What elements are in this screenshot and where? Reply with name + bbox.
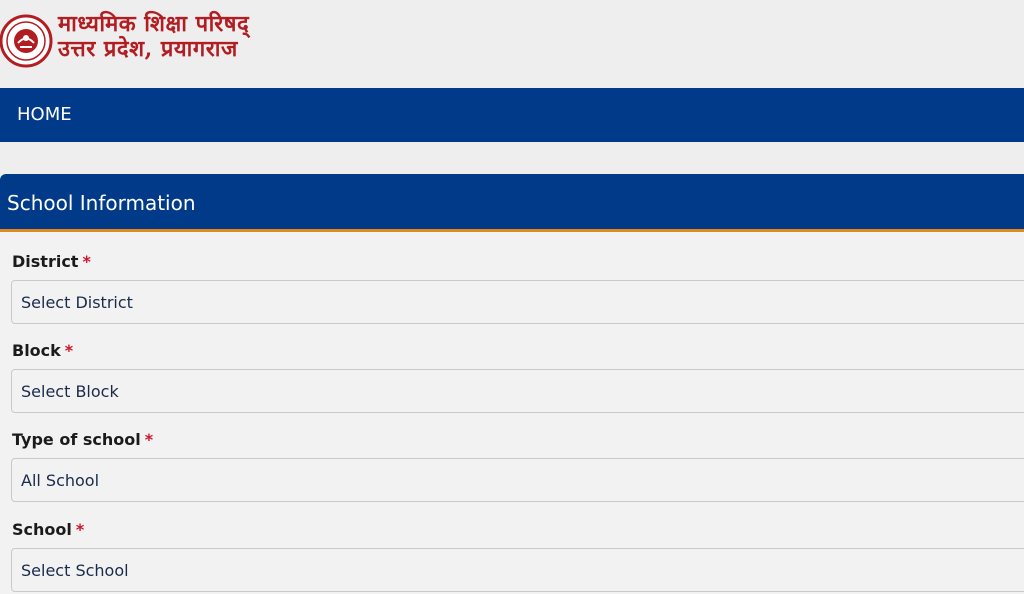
main-navbar: HOME: [0, 88, 1024, 142]
school-type-label-text: Type of school: [12, 430, 141, 449]
school-type-select[interactable]: All School: [11, 458, 1024, 502]
school-information-card: School Information District * Select Dist…: [0, 174, 1024, 594]
district-select[interactable]: Select District: [11, 280, 1024, 324]
district-label: District *: [12, 252, 91, 272]
required-mark: *: [64, 341, 74, 360]
up-govt-emblem-icon[interactable]: [0, 12, 54, 70]
district-select-value: Select District: [21, 293, 133, 312]
block-select-value: Select Block: [21, 382, 119, 401]
card-title: School Information: [7, 191, 196, 215]
block-select[interactable]: Select Block: [11, 369, 1024, 413]
required-mark: *: [82, 252, 91, 271]
school-select[interactable]: Select School: [11, 548, 1024, 592]
site-header: माध्यमिक शिक्षा परिषद् उत्तर प्रदेश, प्र…: [0, 0, 1024, 88]
school-type-label: Type of school *: [12, 430, 153, 450]
board-name-line1: माध्यमिक शिक्षा परिषद्: [58, 11, 250, 37]
school-label-text: School: [12, 520, 72, 539]
block-label-text: Block: [12, 341, 61, 360]
board-name: माध्यमिक शिक्षा परिषद् उत्तर प्रदेश, प्र…: [58, 12, 249, 62]
school-label: School *: [12, 520, 84, 540]
school-select-value: Select School: [21, 561, 129, 580]
card-header: School Information: [0, 174, 1024, 232]
block-label: Block *: [12, 341, 73, 361]
required-mark: *: [144, 430, 154, 449]
district-label-text: District: [12, 252, 79, 271]
required-mark: *: [75, 520, 85, 539]
nav-home-link[interactable]: HOME: [17, 103, 72, 127]
board-name-line2: उत्तर प्रदेश, प्रयागराज: [58, 36, 238, 62]
school-type-select-value: All School: [21, 471, 100, 490]
